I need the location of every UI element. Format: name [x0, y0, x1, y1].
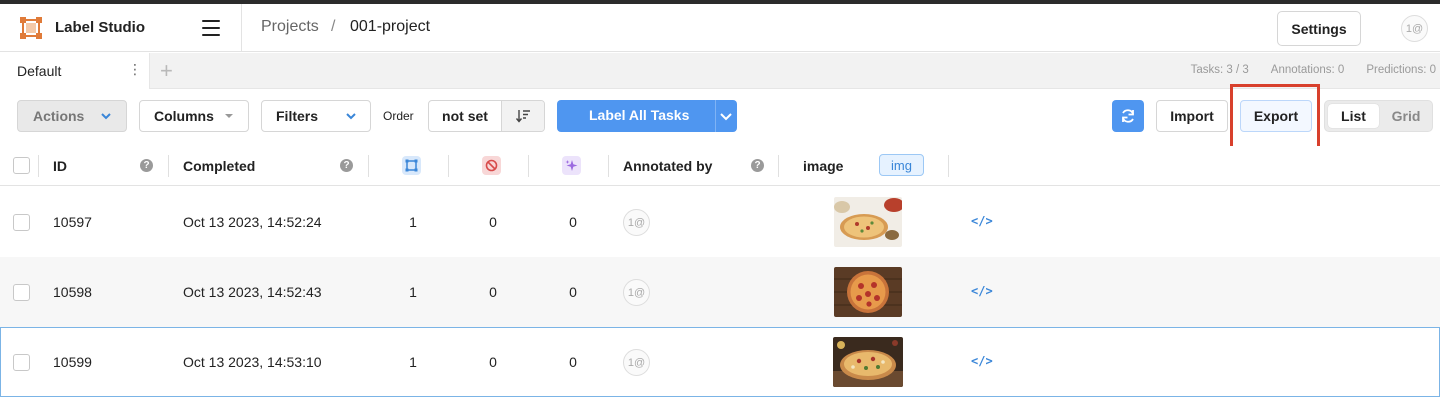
- chevron-down-icon: [346, 113, 356, 120]
- total-annotations-icon[interactable]: [402, 156, 421, 175]
- row-checkbox[interactable]: [13, 214, 30, 231]
- column-divider: [948, 155, 949, 177]
- app-header: Label Studio Projects / 001-project Sett…: [0, 4, 1440, 52]
- column-header-image[interactable]: image: [803, 146, 843, 186]
- column-divider: [168, 155, 169, 177]
- annotations-count: Annotations: 0: [1270, 64, 1345, 76]
- table-row[interactable]: 10599 Oct 13 2023, 14:53:10 1 0 0 1@ </>: [0, 327, 1440, 397]
- column-divider: [368, 155, 369, 177]
- caret-down-icon: [225, 114, 233, 118]
- column-divider: [528, 155, 529, 177]
- sort-icon: [515, 110, 530, 123]
- predictions-count: 0: [569, 214, 577, 230]
- refresh-icon: [1122, 109, 1134, 123]
- column-divider: [778, 155, 779, 177]
- cancelled-count: 0: [489, 214, 497, 230]
- cancelled-count: 0: [489, 284, 497, 300]
- image-thumbnail[interactable]: [833, 337, 903, 387]
- view-source-icon[interactable]: </>: [971, 284, 993, 298]
- predictions-count: 0: [569, 284, 577, 300]
- image-type-badge: img: [879, 154, 924, 176]
- cancelled-count: 0: [489, 354, 497, 370]
- table-row[interactable]: 10597 Oct 13 2023, 14:52:24 1 0 0 1@ </>: [0, 187, 1440, 257]
- column-divider: [38, 155, 39, 177]
- breadcrumb-projects-link[interactable]: Projects: [261, 18, 319, 36]
- grid-view-button[interactable]: Grid: [1382, 104, 1430, 128]
- sort-direction-button[interactable]: [502, 101, 544, 131]
- completed-at: Oct 13 2023, 14:52:43: [183, 284, 322, 300]
- column-header-completed[interactable]: Completed: [183, 146, 255, 186]
- view-source-icon[interactable]: </>: [971, 354, 993, 368]
- column-divider: [448, 155, 449, 177]
- filters-label: Filters: [276, 108, 319, 124]
- columns-dropdown[interactable]: Columns: [139, 100, 249, 132]
- column-divider: [608, 155, 609, 177]
- app-title: Label Studio: [55, 19, 145, 36]
- breadcrumb-separator: /: [331, 18, 336, 35]
- predictions-icon: [565, 160, 578, 171]
- tab-menu-icon[interactable]: ⋮: [128, 62, 142, 76]
- order-label: Order: [383, 109, 414, 123]
- chevron-down-icon[interactable]: [720, 111, 732, 121]
- cancelled-annotations-icon[interactable]: [482, 156, 501, 175]
- annotator-avatar: 1@: [623, 209, 650, 236]
- view-tab-bar: Default ⋮ + Tasks: 3 / 3 Annotations: 0 …: [0, 53, 1440, 89]
- table-header: ID ? Completed ? Annotated by ? image im…: [0, 146, 1440, 186]
- select-all-checkbox[interactable]: [13, 157, 30, 174]
- image-thumbnail[interactable]: [834, 267, 902, 317]
- actions-dropdown[interactable]: Actions: [17, 100, 127, 132]
- user-avatar[interactable]: 1@: [1401, 15, 1428, 42]
- label-studio-logo-icon[interactable]: [20, 17, 42, 39]
- task-id: 10599: [53, 354, 92, 370]
- list-view-button[interactable]: List: [1328, 104, 1379, 128]
- annotator-avatar: 1@: [623, 349, 650, 376]
- import-button[interactable]: Import: [1156, 100, 1228, 132]
- help-icon[interactable]: ?: [340, 159, 353, 172]
- cancelled-icon: [485, 159, 498, 172]
- row-checkbox[interactable]: [13, 354, 30, 371]
- refresh-button[interactable]: [1112, 100, 1144, 132]
- order-select[interactable]: not set: [429, 101, 502, 131]
- total-annotations-count: 1: [409, 354, 417, 370]
- total-annotations-count: 1: [409, 214, 417, 230]
- button-split-divider: [715, 100, 716, 132]
- help-icon[interactable]: ?: [751, 159, 764, 172]
- view-mode-toggle: List Grid: [1324, 100, 1433, 132]
- tab-default-label: Default: [17, 63, 62, 79]
- order-control: not set: [428, 100, 545, 132]
- filters-dropdown[interactable]: Filters: [261, 100, 371, 132]
- total-annotations-count: 1: [409, 284, 417, 300]
- task-id: 10597: [53, 214, 92, 230]
- view-source-icon[interactable]: </>: [971, 214, 993, 228]
- table-row[interactable]: 10598 Oct 13 2023, 14:52:43 1 0 0 1@ </>: [0, 257, 1440, 327]
- column-header-annotated-by[interactable]: Annotated by: [623, 146, 712, 186]
- predictions-count: 0: [569, 354, 577, 370]
- predictions-count-icon[interactable]: [562, 156, 581, 175]
- actions-label: Actions: [33, 108, 85, 124]
- chevron-down-icon: [101, 113, 111, 120]
- row-checkbox[interactable]: [13, 284, 30, 301]
- settings-button[interactable]: Settings: [1277, 11, 1361, 46]
- help-icon[interactable]: ?: [140, 159, 153, 172]
- label-all-tasks-button[interactable]: Label All Tasks: [557, 100, 737, 132]
- completed-at: Oct 13 2023, 14:52:24: [183, 214, 322, 230]
- hamburger-menu-icon[interactable]: [202, 20, 220, 36]
- tasks-count: Tasks: 3 / 3: [1190, 64, 1249, 76]
- annotator-avatar: 1@: [623, 279, 650, 306]
- label-all-tasks-label: Label All Tasks: [589, 107, 690, 123]
- predictions-count: Predictions: 0: [1366, 64, 1436, 76]
- project-stats: Tasks: 3 / 3 Annotations: 0 Predictions:…: [1191, 64, 1436, 76]
- completed-at: Oct 13 2023, 14:53:10: [183, 354, 322, 370]
- annotations-icon: [405, 159, 418, 172]
- image-thumbnail[interactable]: [834, 197, 902, 247]
- column-header-id[interactable]: ID: [53, 146, 67, 186]
- header-divider: [241, 4, 242, 52]
- task-id: 10598: [53, 284, 92, 300]
- columns-label: Columns: [154, 108, 214, 124]
- breadcrumb-current-project: 001-project: [350, 18, 431, 35]
- export-button[interactable]: Export: [1240, 100, 1312, 132]
- tab-default[interactable]: Default ⋮: [0, 53, 150, 89]
- add-tab-icon[interactable]: +: [160, 58, 173, 84]
